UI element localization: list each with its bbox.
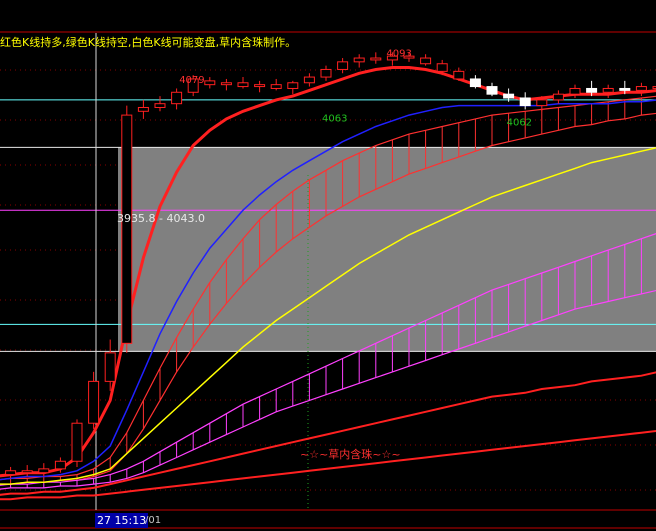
candle-body bbox=[21, 470, 33, 474]
candle-body bbox=[270, 84, 282, 89]
candle-body bbox=[38, 468, 50, 474]
chart-caption: 红色K线持多,绿色K线持空,白色K线可能变盘,草内含珠制作。 bbox=[0, 36, 297, 49]
candle-body bbox=[171, 91, 183, 105]
candle-body bbox=[552, 93, 564, 101]
candle-body bbox=[436, 63, 448, 72]
candle-body bbox=[353, 57, 365, 63]
candle-body bbox=[469, 78, 481, 88]
candle-body bbox=[486, 86, 498, 95]
price-chart[interactable]: 4079 4093 4063 4062 ~☆~草内含珠~☆~ bbox=[0, 0, 656, 531]
candle-body bbox=[602, 87, 614, 93]
price-label: 4093 bbox=[386, 48, 411, 59]
candle-body bbox=[519, 97, 531, 107]
candle-body bbox=[320, 68, 332, 78]
range-box-label: 3935.8 - 4043.0 bbox=[117, 212, 205, 225]
candle-body bbox=[453, 70, 465, 80]
candle-body bbox=[287, 82, 299, 89]
candle-body bbox=[370, 57, 382, 61]
candle-body bbox=[204, 80, 216, 86]
candle-body bbox=[569, 87, 581, 95]
candle-body bbox=[586, 87, 598, 93]
candle-body bbox=[619, 87, 631, 91]
candle-body bbox=[635, 86, 647, 91]
candle-body bbox=[536, 99, 548, 107]
candle-body bbox=[5, 470, 17, 476]
candle-body bbox=[420, 57, 432, 65]
candle-body bbox=[220, 82, 232, 86]
candle-body bbox=[337, 61, 349, 70]
candle-body bbox=[121, 114, 133, 344]
range-highlight-box bbox=[118, 147, 656, 352]
candle-body bbox=[254, 84, 266, 88]
x-axis-date-label: /01 bbox=[145, 515, 162, 526]
candle-body bbox=[104, 352, 116, 382]
candle-body bbox=[54, 460, 66, 470]
candle-body bbox=[303, 76, 315, 84]
candle-body bbox=[503, 93, 515, 99]
price-label: 4062 bbox=[507, 117, 532, 128]
candle-body bbox=[88, 380, 100, 424]
chart-annotation: ~☆~草内含珠~☆~ bbox=[300, 447, 401, 461]
candle-body bbox=[154, 103, 166, 108]
chart-window: 4079 4093 4063 4062 ~☆~草内含珠~☆~ 红色K线持多,绿色K线持空… bbox=[0, 0, 656, 531]
price-label: 4063 bbox=[322, 113, 347, 124]
candle-body bbox=[71, 422, 83, 462]
candle-body bbox=[237, 82, 249, 88]
candle-body bbox=[137, 106, 149, 112]
cursor-time-badge: 27 15:13 bbox=[95, 513, 149, 528]
price-label: 4079 bbox=[179, 75, 204, 86]
